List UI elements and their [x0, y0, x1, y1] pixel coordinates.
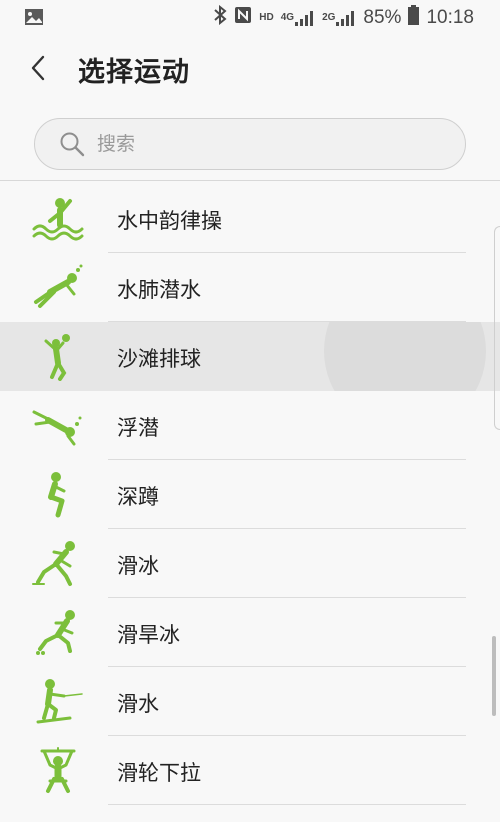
- list-item-label: 滑轮下拉: [117, 761, 201, 785]
- list-item-label: 水中韵律操: [117, 209, 222, 233]
- clock: 10:18: [426, 7, 474, 28]
- list-item-label: 滑冰: [117, 554, 159, 578]
- search-bar[interactable]: [34, 118, 466, 170]
- list-item[interactable]: 浮潜: [0, 391, 500, 460]
- nfc-icon: [234, 6, 252, 30]
- beach-volleyball-icon: [44, 334, 70, 381]
- exercise-list: 水中韵律操 水肺潜水 沙滩排球 浮潜 深蹲 滑冰 滑旱冰 滑水 滑轮下拉: [0, 184, 500, 805]
- list-item[interactable]: 滑轮下拉: [0, 736, 500, 805]
- list-item-label: 深蹲: [117, 485, 159, 509]
- list-item[interactable]: 滑旱冰: [0, 598, 500, 667]
- search-icon: [60, 132, 85, 157]
- back-button[interactable]: [16, 46, 60, 90]
- scuba-diving-icon: [34, 264, 83, 308]
- list-item-label: 水肺潜水: [117, 278, 201, 302]
- page-title: 选择运动: [78, 57, 190, 88]
- edge-panel-handle[interactable]: [494, 226, 500, 430]
- signal-4g: 4G: [281, 10, 315, 26]
- back-arrow-icon: [31, 55, 45, 81]
- list-item-label: 滑旱冰: [117, 623, 180, 647]
- status-bar: HD 4G 2G 85% 10:18: [0, 0, 500, 36]
- battery-percent: 85%: [363, 7, 402, 28]
- signal-2g: 2G: [322, 10, 356, 26]
- list-item[interactable]: 滑冰: [0, 529, 500, 598]
- squat-icon: [48, 472, 66, 518]
- list-item-label: 滑水: [117, 692, 159, 716]
- roller-skating-icon: [36, 610, 75, 655]
- list-item[interactable]: 深蹲: [0, 460, 500, 529]
- water-skiing-icon: [36, 679, 83, 724]
- list-item[interactable]: 水肺潜水: [0, 253, 500, 322]
- snorkeling-icon: [32, 410, 82, 446]
- list-item[interactable]: 水中韵律操: [0, 184, 500, 253]
- touch-ripple: [324, 322, 486, 391]
- bluetooth-icon: [213, 4, 227, 31]
- lat-pulldown-icon: [40, 747, 76, 793]
- hd-indicator: HD: [259, 12, 274, 23]
- water-aerobics-icon: [32, 198, 84, 241]
- battery-icon: [408, 5, 420, 31]
- list-item-highlighted[interactable]: 沙滩排球: [0, 322, 500, 391]
- list-item-label: 沙滩排球: [117, 347, 201, 371]
- row-divider: [108, 804, 466, 805]
- image-icon: [24, 7, 44, 31]
- list-item[interactable]: 滑水: [0, 667, 500, 736]
- skating-icon: [32, 541, 75, 586]
- search-input[interactable]: [95, 132, 399, 156]
- app-bar: 选择运动: [0, 36, 500, 106]
- divider: [0, 180, 500, 181]
- scrollbar[interactable]: [492, 636, 496, 716]
- list-item-label: 浮潜: [117, 416, 159, 440]
